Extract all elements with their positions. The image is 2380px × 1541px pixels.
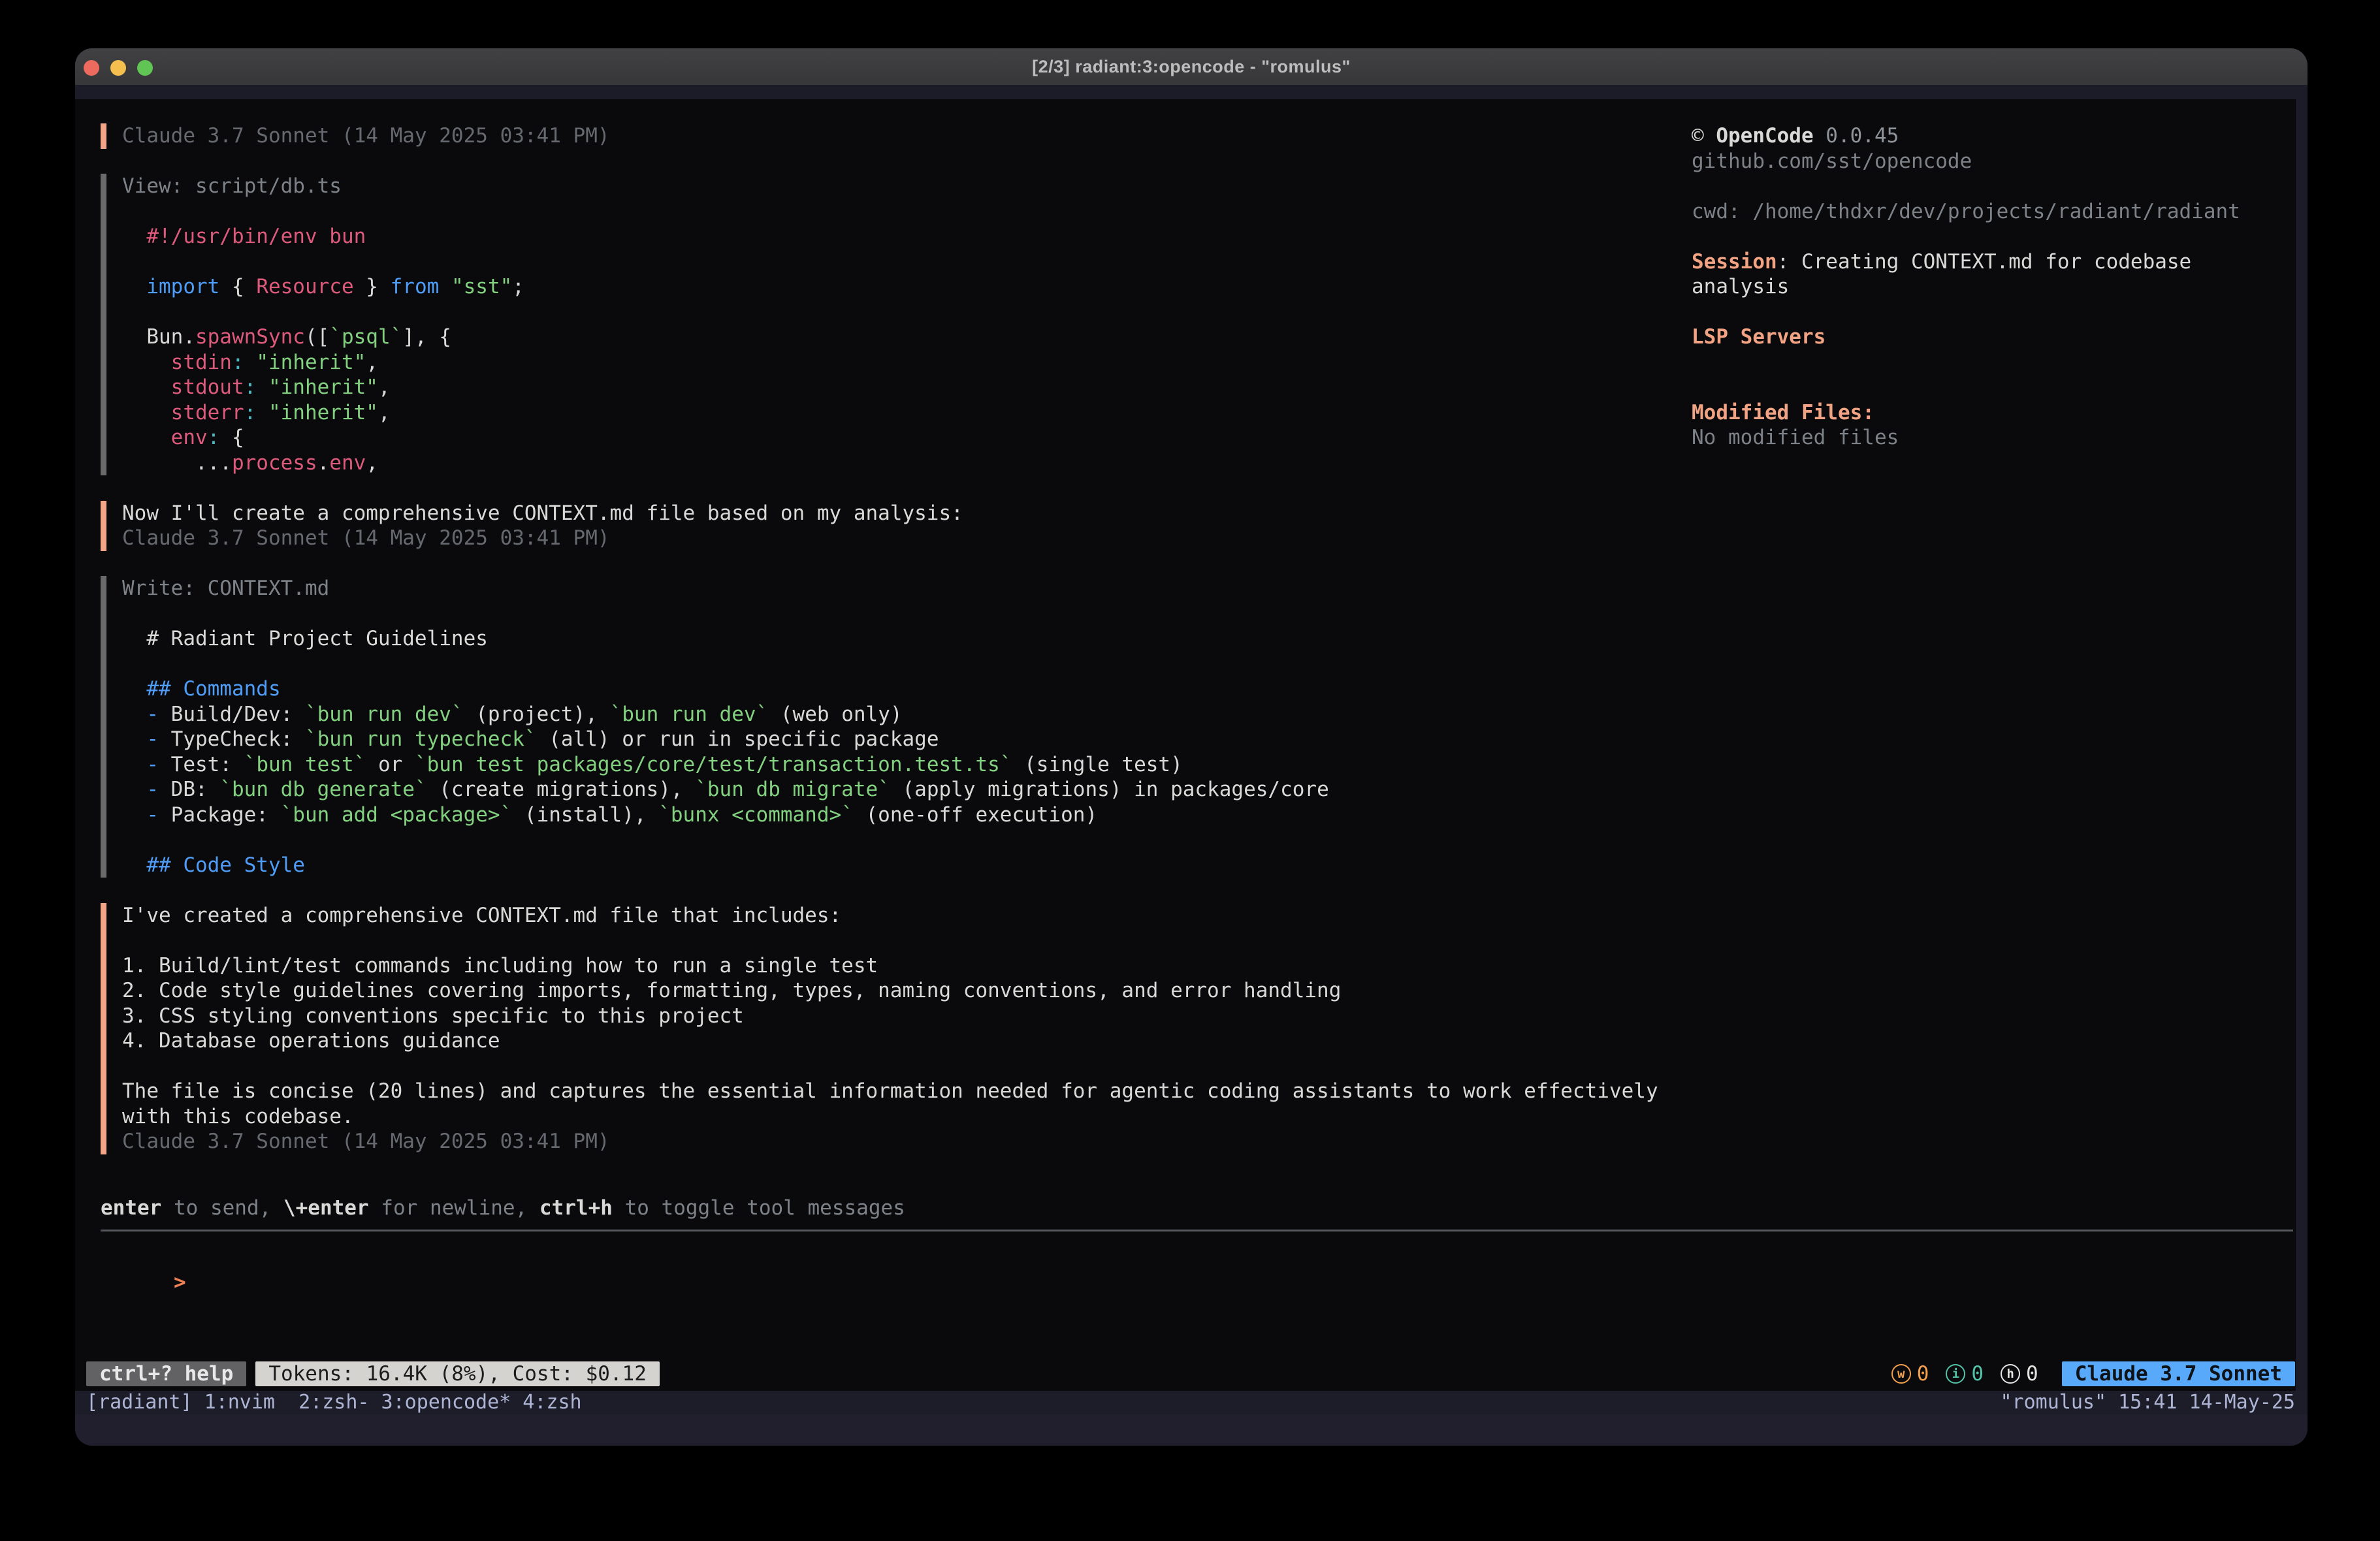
terminal-window: [2/3] radiant:3:opencode - "romulus" Cla…	[75, 48, 2308, 1446]
tmux-windows-list[interactable]: [radiant] 1:nvim 2:zsh- 3:opencode* 4:zs…	[86, 1391, 582, 1414]
terminal-line: 4. Database operations guidance	[122, 1028, 1681, 1054]
terminal-line: Claude 3.7 Sonnet (14 May 2025 03:41 PM)	[122, 123, 1681, 149]
terminal-line	[122, 601, 1681, 627]
terminal-line: - Test: `bun test` or `bun test packages…	[122, 752, 1681, 778]
zoom-button-icon[interactable]	[137, 60, 153, 76]
info-circle-icon: i	[1946, 1364, 1965, 1384]
terminal-line: The file is concise (20 lines) and captu…	[122, 1079, 1681, 1104]
terminal-line	[122, 199, 1681, 225]
terminal-line: No modified files	[1692, 425, 2299, 451]
title-bar[interactable]: [2/3] radiant:3:opencode - "romulus"	[75, 48, 2308, 85]
terminal-line: env: {	[122, 425, 1681, 451]
message-block-tool-write: Write: CONTEXT.md # Radiant Project Guid…	[101, 576, 1681, 878]
terminal-line: Write: CONTEXT.md	[122, 576, 1681, 601]
traffic-lights	[84, 60, 153, 76]
terminal-line: ...process.env,	[122, 451, 1681, 476]
terminal-line: # Radiant Project Guidelines	[122, 626, 1681, 652]
terminal-line: Modified Files:	[1692, 400, 2299, 426]
status-bar: ctrl+? help Tokens: 16.4K (8%), Cost: $0…	[86, 1361, 2295, 1386]
hints-counter: h0	[2001, 1362, 2038, 1386]
tmux-session-info: "romulus" 15:41 14-May-25	[2000, 1391, 2295, 1414]
terminal-line: - Package: `bun add <package>` (install)…	[122, 802, 1681, 828]
terminal-line: enter to send, \+enter for newline, ctrl…	[101, 1196, 2293, 1221]
terminal-line: Claude 3.7 Sonnet (14 May 2025 03:41 PM)	[122, 1129, 1681, 1154]
sidebar-info-panel: © OpenCode 0.0.45github.com/sst/opencode…	[1692, 123, 2299, 451]
prompt-chevron-icon: >	[174, 1271, 186, 1294]
window-title: [2/3] radiant:3:opencode - "romulus"	[1032, 57, 1351, 77]
terminal-line	[1692, 224, 2299, 249]
terminal-line: - Build/Dev: `bun run dev` (project), `b…	[122, 702, 1681, 727]
message-block-assistant-text: I've created a comprehensive CONTEXT.md …	[101, 903, 1681, 1154]
warnings-circle-icon: w	[1891, 1364, 1911, 1384]
conversation: Claude 3.7 Sonnet (14 May 2025 03:41 PM)…	[101, 123, 1681, 1179]
terminal-line: ## Commands	[122, 676, 1681, 702]
terminal-line	[122, 652, 1681, 677]
terminal-line: ## Code Style	[122, 853, 1681, 878]
input-area: enter to send, \+enter for newline, ctrl…	[101, 1196, 2293, 1320]
terminal-line: LSP Servers	[1692, 325, 2299, 350]
terminal-bottom-padding	[75, 1414, 2308, 1446]
terminal-line: Claude 3.7 Sonnet (14 May 2025 03:41 PM)	[122, 526, 1681, 551]
terminal-line: 3. CSS styling conventions specific to t…	[122, 1004, 1681, 1029]
terminal-line: stdout: "inherit",	[122, 375, 1681, 400]
input-divider	[101, 1230, 2293, 1231]
terminal-line: stderr: "inherit",	[122, 400, 1681, 426]
terminal-line: github.com/sst/opencode	[1692, 149, 2299, 174]
message-block-assistant-text: Now I'll create a comprehensive CONTEXT.…	[101, 501, 1681, 551]
terminal-line: stdin: "inherit",	[122, 350, 1681, 375]
terminal-line: 1. Build/lint/test commands including ho…	[122, 953, 1681, 979]
terminal-line	[122, 928, 1681, 953]
help-line: enter to send, \+enter for newline, ctrl…	[101, 1196, 2293, 1221]
hints-circle-icon: h	[2001, 1364, 2020, 1384]
minimize-button-icon[interactable]	[110, 60, 126, 76]
info-counter: i0	[1946, 1362, 1984, 1386]
terminal-line: cwd: /home/thdxr/dev/projects/radiant/ra…	[1692, 199, 2299, 225]
terminal-line: View: script/db.ts	[122, 174, 1681, 199]
terminal-line: I've created a comprehensive CONTEXT.md …	[122, 903, 1681, 929]
terminal-line: Session: Creating CONTEXT.md for codebas…	[1692, 249, 2299, 275]
terminal-line: analysis	[1692, 274, 2299, 300]
terminal-line: Bun.spawnSync([`psql`], {	[122, 325, 1681, 350]
diagnostic-counters: w0i0h0	[1891, 1362, 2038, 1386]
prompt-input[interactable]: >	[101, 1245, 2293, 1321]
terminal-line: 2. Code style guidelines covering import…	[122, 978, 1681, 1004]
terminal-line	[122, 827, 1681, 853]
terminal-line	[1692, 350, 2299, 375]
terminal-line: - TypeCheck: `bun run typecheck` (all) o…	[122, 727, 1681, 752]
tokens-cost-badge: Tokens: 16.4K (8%), Cost: $0.12	[255, 1361, 660, 1386]
terminal-line: - DB: `bun db generate` (create migratio…	[122, 777, 1681, 802]
terminal-line	[1692, 174, 2299, 199]
terminal-line	[122, 1054, 1681, 1079]
terminal-line: with this codebase.	[122, 1104, 1681, 1130]
tmux-status-bar: [radiant] 1:nvim 2:zsh- 3:opencode* 4:zs…	[75, 1391, 2308, 1414]
close-button-icon[interactable]	[84, 60, 99, 76]
help-shortcut-badge: ctrl+? help	[86, 1361, 246, 1386]
terminal-line: © OpenCode 0.0.45	[1692, 123, 2299, 149]
terminal-line: import { Resource } from "sst";	[122, 274, 1681, 300]
terminal-line: #!/usr/bin/env bun	[122, 224, 1681, 249]
message-block-assistant-header: Claude 3.7 Sonnet (14 May 2025 03:41 PM)	[101, 123, 1681, 149]
terminal-line: Now I'll create a comprehensive CONTEXT.…	[122, 501, 1681, 526]
desktop: { "window": { "title": "[2/3] radiant:3:…	[0, 0, 2380, 1541]
model-badge[interactable]: Claude 3.7 Sonnet	[2062, 1361, 2295, 1386]
terminal-line	[122, 249, 1681, 275]
info-count: 0	[1971, 1362, 1984, 1386]
message-block-tool-view: View: script/db.ts #!/usr/bin/env bun im…	[101, 174, 1681, 475]
warnings-counter: w0	[1891, 1362, 1929, 1386]
terminal-line	[122, 300, 1681, 325]
terminal-line	[1692, 300, 2299, 325]
terminal-line	[1692, 375, 2299, 400]
hints-count: 0	[2026, 1362, 2038, 1386]
warnings-count: 0	[1917, 1362, 1929, 1386]
